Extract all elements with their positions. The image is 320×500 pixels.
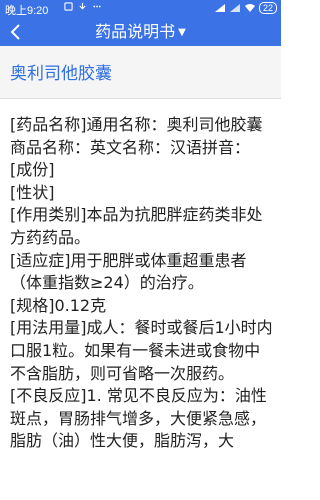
app-bar: 药品说明书 ▼: [0, 18, 281, 46]
download-icon: [79, 2, 86, 10]
instruction-paragraph: [用法用量]成人：餐时或餐后1小时内口服1粒。如果有一餐未进或食物中不含脂肪，则…: [10, 318, 273, 383]
dots-icon: [92, 5, 101, 8]
status-bar: 晚上9:20 22: [0, 0, 281, 18]
wifi-icon: [244, 4, 255, 12]
drug-name: 奥利司他胶囊: [10, 64, 112, 84]
instruction-paragraph: [药品名称]通用名称：奥利司他胶囊商品名称：英文名称：汉语拼音：: [10, 115, 263, 157]
page-title: 药品说明书: [95, 22, 176, 41]
battery-icon: 22: [258, 2, 277, 14]
instruction-paragraph: [适应症]用于肥胖或体重超重患者（体重指数≥24）的治疗。: [10, 250, 247, 293]
instruction-paragraph: [作用类别]本品为抗肥胖症药类非处方药药品。: [10, 205, 263, 247]
instruction-paragraph: [性状]: [10, 182, 55, 202]
signal-icon-2: [229, 4, 240, 12]
notification-icon: [64, 2, 73, 11]
instructions-content: [药品名称]通用名称：奥利司他胶囊商品名称：英文名称：汉语拼音： [成份] [性…: [10, 114, 275, 453]
drug-header: 奥利司他胶囊: [0, 46, 281, 99]
instruction-paragraph: [规格]0.12克: [10, 295, 107, 315]
caret-down-icon: ▼: [178, 26, 186, 38]
signal-icon: [214, 4, 225, 12]
status-notification-icons: [64, 2, 102, 14]
instruction-paragraph: [成份]: [10, 160, 55, 180]
title-dropdown[interactable]: 药品说明书 ▼: [0, 22, 281, 43]
instruction-paragraph: [不良反应]1. 常见不良反应为：油性斑点，胃肠排气增多，大便紧急感，脂肪（油）…: [10, 386, 267, 451]
status-time: 晚上9:20: [5, 5, 49, 17]
status-right: 22: [214, 2, 277, 14]
